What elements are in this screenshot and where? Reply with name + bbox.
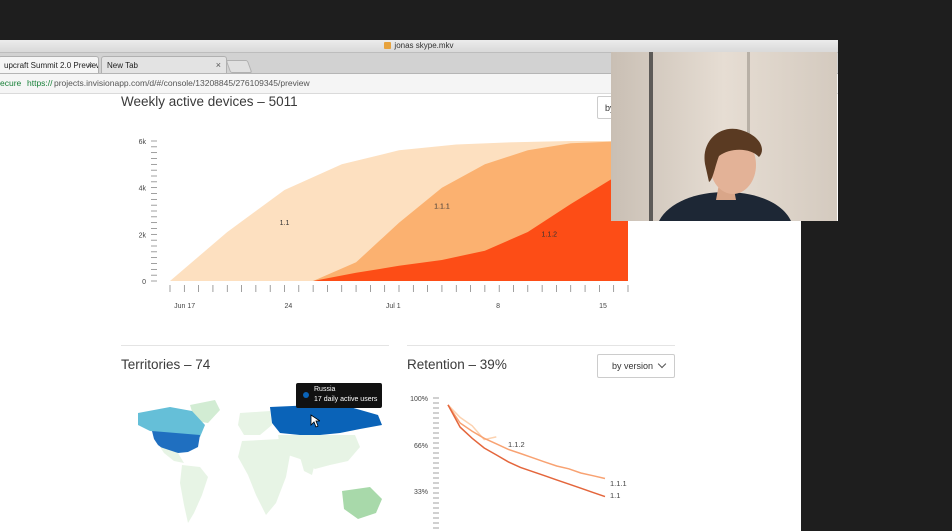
x-tick-label: 24: [284, 303, 292, 310]
retention-dropdown-label: by version: [612, 361, 654, 371]
mouse-cursor-icon: [310, 414, 320, 428]
y-tick-label: 33%: [414, 489, 428, 496]
line-series-1-1: [447, 404, 606, 498]
series-label: 1.1: [610, 491, 620, 500]
y-tick-label: 0: [142, 279, 146, 286]
retention-version-dropdown[interactable]: by version: [597, 354, 675, 378]
tooltip-country: Russia: [314, 386, 336, 393]
tab-label: upcraft Summit 2.0 Preview: [4, 61, 99, 70]
retention-chart: 100% 66% 33% 1.1.2 1.1.1 1.1: [410, 396, 627, 529]
line-series-1-1-2: [447, 404, 497, 441]
map-africa: [238, 439, 290, 515]
y-tick-label: 2k: [139, 232, 147, 239]
retention-title: Retention – 39%: [407, 357, 507, 372]
territories-title: Territories – 74: [121, 357, 211, 372]
tab-upcraft-preview[interactable]: upcraft Summit 2.0 Preview ×: [0, 56, 99, 73]
section-divider: [407, 345, 675, 346]
tab-new-tab[interactable]: New Tab ×: [101, 56, 227, 73]
dark-background: [801, 221, 838, 531]
map-asia: [278, 435, 360, 469]
close-tab-icon[interactable]: ×: [88, 57, 93, 73]
series-label: 1.1.1: [610, 479, 627, 488]
map-south-america: [180, 465, 208, 523]
territories-map[interactable]: [120, 395, 390, 531]
y-tick-label: 4k: [139, 186, 147, 193]
x-tick-label: 15: [599, 303, 607, 310]
series-label: 1.1.2: [541, 232, 557, 239]
video-call-overlay: [611, 52, 837, 221]
close-tab-icon[interactable]: ×: [216, 57, 221, 73]
series-label: 1.1: [280, 220, 290, 227]
tab-label: New Tab: [107, 61, 138, 70]
window-title: jonas skype.mkv: [394, 41, 454, 50]
x-tick-label: 8: [496, 303, 500, 310]
secure-label: ecure: [0, 78, 22, 88]
y-tick-label: 100%: [410, 396, 428, 403]
x-tick-label: Jun 17: [174, 303, 195, 310]
section-divider: [121, 345, 389, 346]
new-tab-button[interactable]: [225, 60, 253, 73]
map-tooltip: Russia 17 daily active users: [296, 383, 382, 408]
map-europe: [238, 411, 272, 435]
video-feed: [611, 52, 837, 221]
y-tick-label: 66%: [414, 443, 428, 450]
line-series-1-1-1: [447, 404, 606, 480]
chevron-down-icon: [657, 359, 667, 369]
weekly-active-chart: 6k 4k 2k 0 1.1 1.1.1 1.1.2 Jun 17 24 Jul 1 8 15: [139, 139, 629, 310]
url-protocol: https://: [27, 78, 53, 88]
url-path: projects.invisionapp.com/d/#/console/132…: [54, 78, 310, 88]
map-russia: [270, 405, 382, 435]
series-label: 1.1.2: [508, 440, 525, 449]
series-label: 1.1.1: [434, 204, 450, 211]
file-icon: [384, 42, 392, 49]
map-australia: [342, 487, 382, 519]
tooltip-value: 17 daily active users: [314, 396, 378, 403]
x-tick-label: Jul 1: [386, 303, 401, 310]
weekly-active-title: Weekly active devices – 5011: [121, 94, 298, 109]
series-dot-icon: [303, 392, 309, 398]
y-tick-label: 6k: [139, 139, 147, 146]
map-india: [300, 457, 316, 475]
